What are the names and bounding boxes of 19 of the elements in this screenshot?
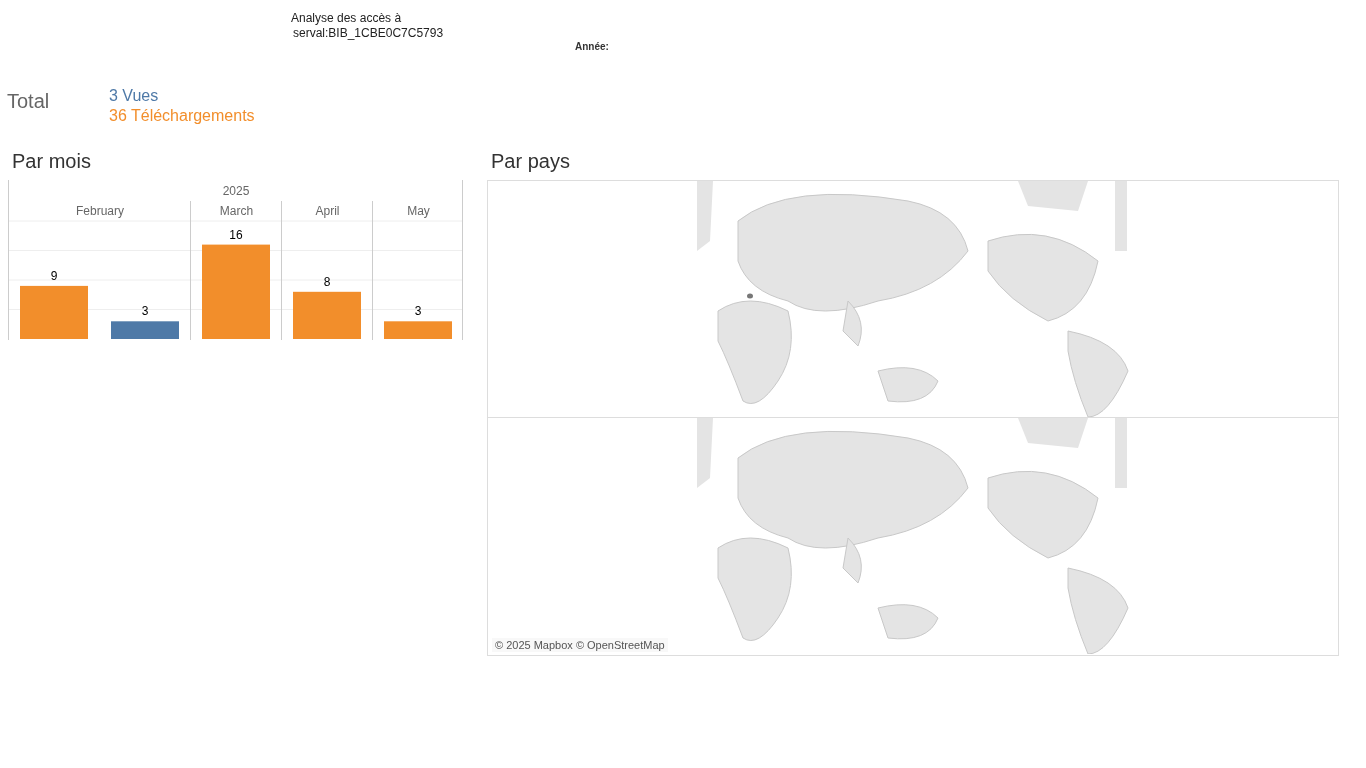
value-label: 16 — [229, 227, 243, 242]
section-title: Par pays — [491, 150, 571, 172]
value-label: 9 — [50, 268, 58, 283]
value-label: 8 — [323, 274, 331, 289]
total-value: 36 Téléchargements — [109, 106, 255, 126]
year-label: 2025 — [222, 184, 250, 198]
value-label: 3 — [414, 304, 422, 319]
total-label: Total — [7, 89, 51, 114]
total-value: 3 Vues — [109, 86, 160, 106]
map-attribution: © 2025 Mapbox © OpenStreetMap — [492, 638, 668, 652]
month-label: April — [315, 204, 340, 218]
filter-label: Année: — [575, 41, 610, 53]
month-label: February — [76, 204, 124, 218]
report-subtitle: serval:BIB_1CBE0C7C5793 — [292, 26, 445, 41]
report-title: Analyse des accès à — [291, 11, 403, 26]
month-label: May — [407, 204, 430, 218]
section-title: Par mois — [12, 150, 92, 172]
value-label: 3 — [141, 304, 149, 319]
month-label: March — [219, 204, 254, 218]
